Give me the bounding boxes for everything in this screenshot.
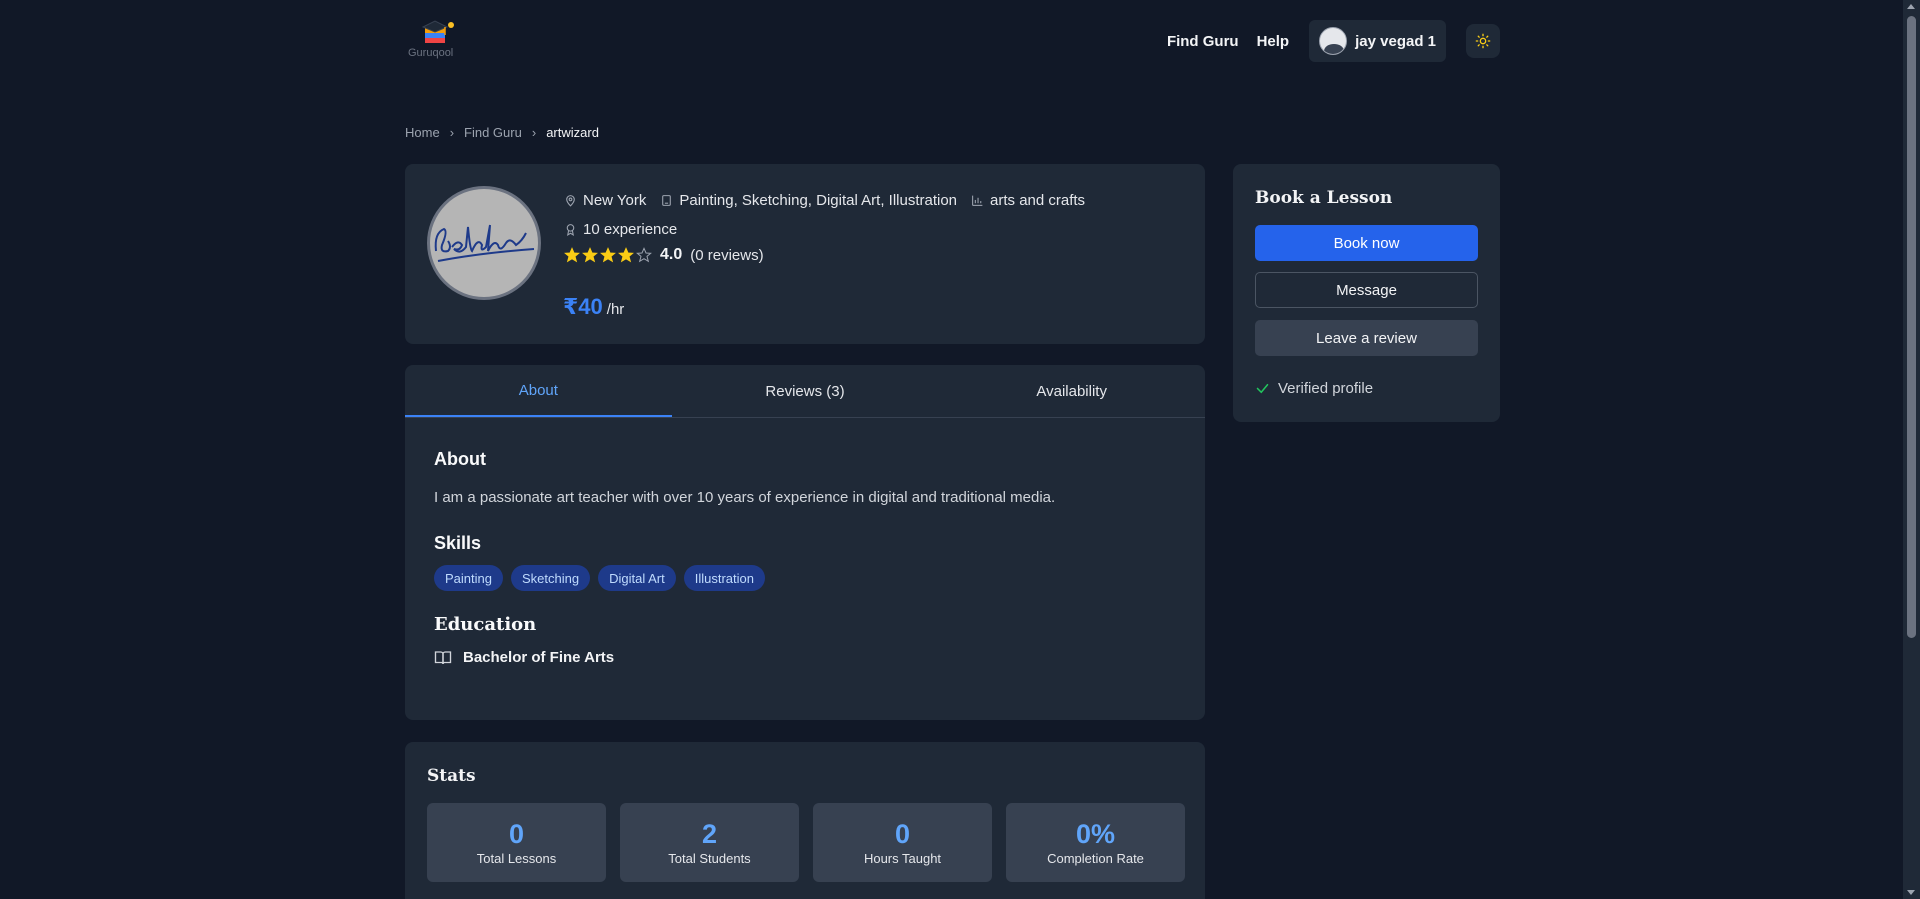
experience-text: 10 experience [583,221,678,238]
rating-value: 4.0 [660,246,683,263]
book-icon [660,194,673,207]
page-scrollbar[interactable] [1903,0,1920,899]
stat-value: 2 [701,819,718,849]
stat-value: 0% [1075,819,1116,849]
skill-chip: Digital Art [598,565,676,591]
scroll-down-arrow-icon[interactable] [1907,890,1915,895]
signature-image [434,224,535,262]
subjects-item: Painting, Sketching, Digital Art, Illust… [660,192,957,209]
price-value: ₹40 [563,294,603,319]
message-button[interactable]: Message [1255,272,1478,308]
stat-total-students: 2 Total Students [620,803,799,882]
stat-label: Total Students [668,851,751,866]
chevron-right-icon: › [449,125,455,140]
nav-help-link[interactable]: Help [1257,33,1290,50]
stat-value: 0 [894,819,911,849]
header: Guruqool Find Guru Help jay vegad 1 [405,0,1500,84]
scroll-up-arrow-icon[interactable] [1907,4,1915,9]
stats-title: Stats [427,766,476,786]
theme-toggle-button[interactable] [1466,24,1500,58]
page-container: Guruqool Find Guru Help jay vegad 1 Home [405,0,1500,899]
star-filled-icon [600,247,616,263]
stat-label: Hours Taught [863,851,942,866]
chevron-right-icon: › [531,125,537,140]
tab-about[interactable]: About [405,365,672,417]
skill-chip: Sketching [510,565,591,591]
breadcrumb-find-guru[interactable]: Find Guru [464,125,522,140]
price: ₹40 /hr [563,294,624,320]
stat-value: 0 [508,819,525,849]
subjects-text: Painting, Sketching, Digital Art, Illust… [679,192,958,209]
skills-heading: Skills [434,533,482,553]
map-pin-icon [564,194,577,207]
star-empty-icon [636,247,652,263]
category-item: arts and crafts [971,192,1085,209]
breadcrumb-current: artwizard [546,125,599,140]
sun-icon [1475,33,1491,49]
reviews-count: (0 reviews) [690,246,764,264]
book-now-button[interactable]: Book now [1255,225,1478,261]
tab-reviews[interactable]: Reviews (3) [672,365,939,417]
nav-find-guru-link[interactable]: Find Guru [1167,33,1239,50]
logo[interactable]: Guruqool [405,19,465,63]
star-filled-icon [582,247,598,263]
open-book-icon [434,650,452,666]
verified-text: Verified profile [1278,380,1374,397]
experience-row: 10 experience [564,221,677,238]
check-icon [1255,381,1270,396]
education-heading: Education [434,614,537,635]
star-filled-icon [564,247,580,263]
about-text: I am a passionate art teacher with over … [434,489,1056,506]
stat-completion-rate: 0% Completion Rate [1006,803,1185,882]
skill-chip: Painting [434,565,503,591]
graduation-cap-icon [421,20,454,43]
category-text: arts and crafts [990,192,1086,209]
star-rating [564,247,654,263]
star-filled-icon [618,247,634,263]
breadcrumb-home[interactable]: Home [405,125,440,140]
rating-row: 4.0 (0 reviews) [564,246,764,264]
award-icon [564,223,577,236]
stat-label: Total Lessons [476,851,557,866]
breadcrumb: Home › Find Guru › artwizard [405,125,599,140]
education-text: Bachelor of Fine Arts [463,649,615,666]
skill-chip: Illustration [683,565,765,591]
verified-badge: Verified profile [1255,380,1373,397]
stat-hours-taught: 0 Hours Taught [813,803,992,882]
tab-availability[interactable]: Availability [938,365,1205,417]
user-name: jay vegad 1 [1355,32,1436,50]
logo-text: Guruqool [408,47,454,59]
user-menu-button[interactable]: jay vegad 1 [1309,20,1446,62]
profile-avatar [427,186,541,300]
location-text: New York [583,192,647,209]
top-nav: Find Guru Help jay vegad 1 [1167,20,1500,62]
scrollbar-thumb[interactable] [1907,16,1916,638]
booking-title: Book a Lesson [1255,188,1393,208]
education-item: Bachelor of Fine Arts [434,649,614,666]
tab-bar: About Reviews (3) Availability [405,365,1205,418]
about-heading: About [434,449,486,469]
tabs-card: About Reviews (3) Availability About I a… [405,365,1205,720]
skills-list: Painting Sketching Digital Art Illustrat… [434,565,765,591]
bar-chart-icon [971,194,984,207]
stat-label: Completion Rate [1047,851,1144,866]
stats-card: Stats 0 Total Lessons 2 Total Students 0… [405,742,1205,899]
profile-card: New York Painting, Sketching, Digital Ar… [405,164,1205,344]
location-item: New York [564,192,646,209]
booking-card: Book a Lesson Book now Message Leave a r… [1233,164,1500,422]
stats-grid: 0 Total Lessons 2 Total Students 0 Hours… [427,803,1185,882]
user-avatar [1319,27,1348,55]
price-unit: /hr [606,301,625,318]
leave-review-button[interactable]: Leave a review [1255,320,1478,356]
profile-meta-row: New York Painting, Sketching, Digital Ar… [564,192,1099,209]
stat-total-lessons: 0 Total Lessons [427,803,606,882]
